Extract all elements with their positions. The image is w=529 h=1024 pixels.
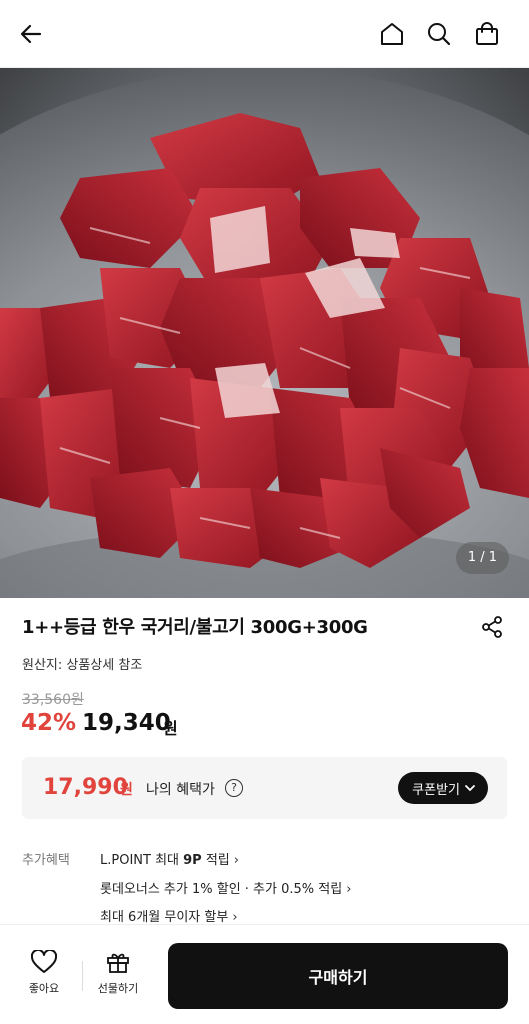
buy-button[interactable]: 구매하기	[168, 943, 508, 1009]
divider	[82, 961, 83, 991]
discount-rate: 42%	[21, 710, 77, 736]
gift-icon	[107, 953, 129, 973]
shopping-bag-icon	[476, 22, 498, 45]
chevron-right-icon: ›	[346, 882, 352, 897]
gift-label: 선물하기	[97, 982, 139, 995]
image-counter-badge: 1 / 1	[455, 542, 509, 574]
share-icon	[482, 616, 502, 638]
top-app-bar	[0, 0, 529, 68]
lpoint-text: L.POINT 최대	[100, 853, 184, 868]
like-label: 좋아요	[28, 982, 60, 995]
original-price: 33,560원	[22, 692, 84, 708]
search-button[interactable]	[421, 16, 457, 52]
lotte-owners-benefit-link[interactable]: 롯데오너스 추가 1% 할인 · 추가 0.5% 적립 ›	[100, 878, 351, 897]
installment-text: 최대 6개월 무이자 할부	[100, 910, 229, 925]
like-button[interactable]: 좋아요	[14, 950, 74, 1002]
benefit-price-box: 17,990 원 나의 혜택가 ? 쿠폰받기	[22, 757, 507, 819]
extra-benefits-label: 추가혜택	[22, 853, 70, 868]
lpoint-points: 9P	[183, 853, 202, 868]
cart-button[interactable]	[469, 16, 505, 52]
gift-button[interactable]: 선물하기	[88, 950, 148, 1002]
installment-benefit-link[interactable]: 최대 6개월 무이자 할부 ›	[100, 906, 238, 925]
coupon-button[interactable]: 쿠폰받기	[398, 772, 488, 804]
bottom-action-bar: 좋아요 선물하기 구매하기	[0, 924, 529, 1024]
chevron-down-icon	[465, 785, 475, 792]
sale-price-unit: 원	[163, 719, 178, 738]
benefit-price-unit: 원	[120, 782, 133, 798]
sale-price: 19,340	[82, 710, 171, 736]
origin-info: 원산지: 상품상세 참조	[22, 658, 143, 673]
chevron-right-icon: ›	[232, 910, 238, 925]
back-button[interactable]	[13, 16, 49, 52]
benefit-price: 17,990	[43, 775, 128, 800]
heart-icon	[31, 950, 57, 973]
share-button[interactable]	[477, 612, 507, 642]
beef-cubes-photo	[0, 68, 529, 598]
product-title: 1++등급 한우 국거리/불고기 300G+300G	[22, 617, 368, 638]
benefit-label: 나의 혜택가	[146, 782, 215, 798]
help-icon[interactable]: ?	[225, 779, 243, 797]
lpoint-benefit-link[interactable]: L.POINT 최대 9P 적립 ›	[100, 849, 239, 868]
arrow-left-icon	[20, 24, 42, 44]
home-button[interactable]	[374, 16, 410, 52]
product-image[interactable]: 1 / 1	[0, 68, 529, 598]
search-icon	[428, 23, 451, 46]
home-icon	[381, 23, 403, 45]
lpoint-suffix: 적립	[201, 853, 230, 868]
coupon-button-label: 쿠폰받기	[412, 782, 460, 798]
lotte-owners-text: 롯데오너스 추가 1% 할인 · 추가 0.5% 적립	[100, 882, 343, 897]
chevron-right-icon: ›	[233, 853, 239, 868]
